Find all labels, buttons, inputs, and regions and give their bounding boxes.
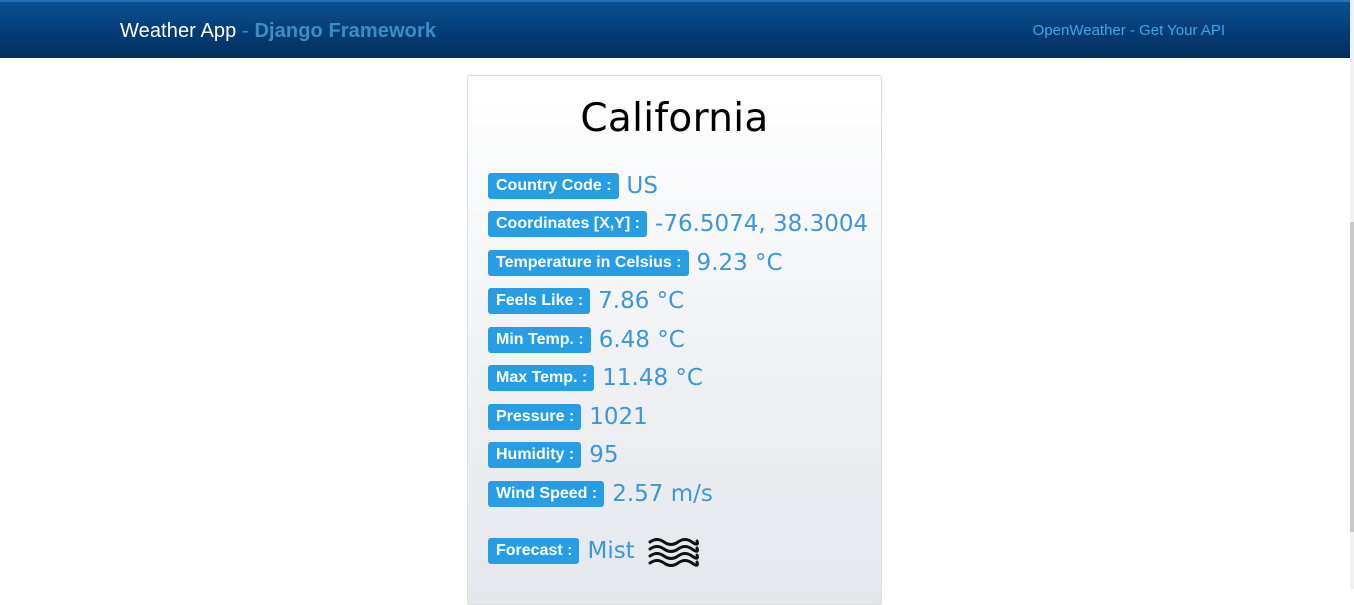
- min-temp-value: 6.48 °C: [598, 327, 685, 353]
- wind-speed-value: 2.57 m/s: [612, 481, 713, 507]
- openweather-api-link[interactable]: OpenWeather - Get Your API: [1033, 22, 1225, 39]
- max-temp-label: Max Temp. :: [488, 365, 595, 391]
- brand-subtitle: Django Framework: [254, 20, 437, 42]
- wind-speed-label: Wind Speed :: [488, 481, 605, 507]
- brand[interactable]: Weather App - Django Framework: [120, 20, 436, 43]
- forecast-value: Mist: [587, 538, 635, 564]
- feels-like-label: Feels Like :: [488, 288, 591, 314]
- forecast-label: Forecast :: [488, 538, 580, 564]
- humidity-label: Humidity :: [488, 442, 582, 468]
- humidity-value: 95: [589, 442, 619, 468]
- feels-like-row: Feels Like : 7.86 °C: [488, 287, 684, 315]
- temperature-value: 9.23 °C: [696, 250, 783, 276]
- city-title: California: [580, 96, 769, 141]
- temperature-label: Temperature in Celsius :: [488, 250, 689, 276]
- brand-title: Weather App: [120, 20, 237, 42]
- min-temp-row: Min Temp. : 6.48 °C: [488, 326, 685, 354]
- pressure-label: Pressure :: [488, 404, 582, 430]
- feels-like-value: 7.86 °C: [598, 288, 685, 314]
- humidity-row: Humidity : 95: [488, 441, 619, 469]
- temperature-row: Temperature in Celsius : 9.23 °C: [488, 249, 783, 277]
- wind-speed-row: Wind Speed : 2.57 m/s: [488, 480, 713, 508]
- navbar: Weather App - Django Framework OpenWeath…: [0, 0, 1350, 58]
- pressure-value: 1021: [589, 404, 648, 430]
- country-code-row: Country Code : US: [488, 172, 658, 200]
- coordinates-label: Coordinates [X,Y] :: [488, 211, 648, 237]
- max-temp-row: Max Temp. : 11.48 °C: [488, 364, 703, 392]
- page-scrollbar[interactable]: [1350, 0, 1354, 589]
- mist-icon: [647, 534, 699, 568]
- coordinates-value: -76.5074, 38.3004: [655, 211, 869, 237]
- country-code-value: US: [626, 173, 658, 199]
- pressure-row: Pressure : 1021: [488, 403, 648, 431]
- country-code-label: Country Code :: [488, 173, 619, 199]
- min-temp-label: Min Temp. :: [488, 327, 591, 353]
- weather-card: California Country Code : US Coordinates…: [467, 75, 882, 605]
- max-temp-value: 11.48 °C: [602, 365, 703, 391]
- coordinates-row: Coordinates [X,Y] : -76.5074, 38.3004: [488, 210, 868, 238]
- forecast-row: Forecast : Mist: [488, 533, 699, 569]
- scrollbar-thumb[interactable]: [1350, 222, 1354, 532]
- brand-separator: -: [236, 20, 255, 42]
